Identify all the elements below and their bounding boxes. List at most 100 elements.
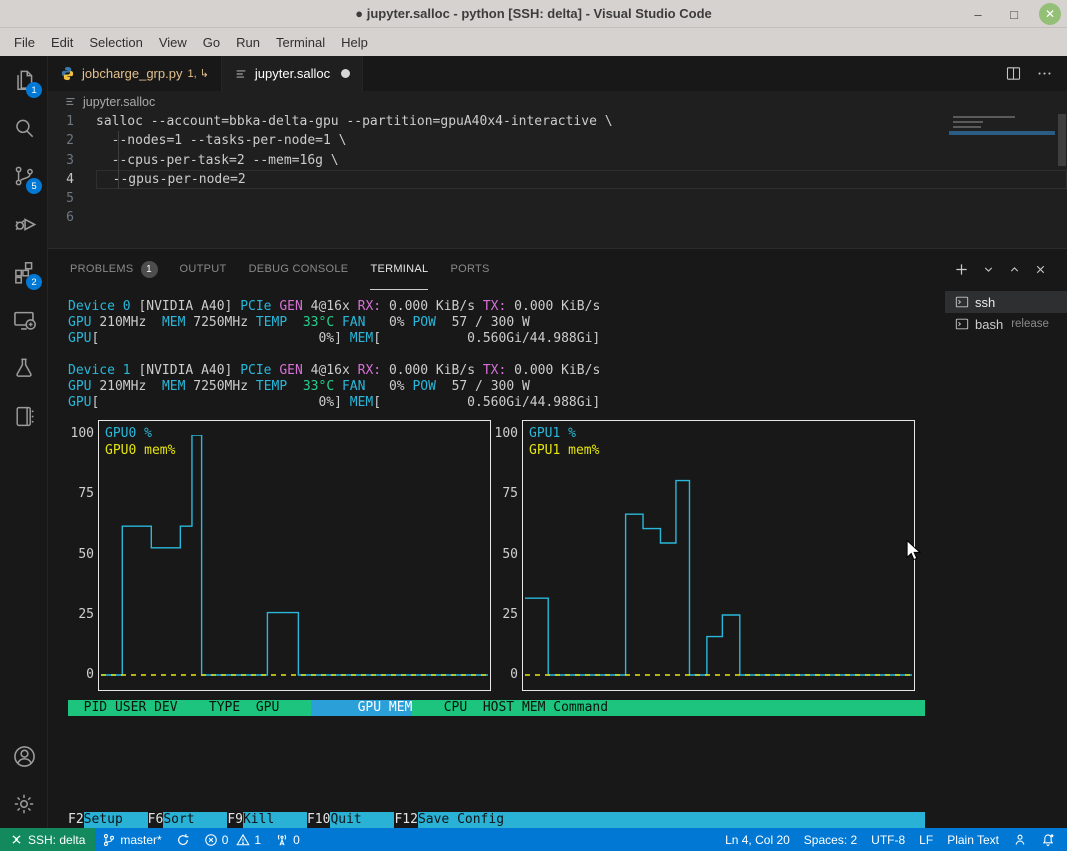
terminal-tabs-list: ssh bashrelease bbox=[945, 291, 1067, 828]
y-axis-tick: 75 bbox=[502, 486, 518, 502]
breadcrumb-item: jupyter.salloc bbox=[83, 95, 155, 109]
tab-jobcharge-grp-py[interactable]: jobcharge_grp.py 1, ↳ bbox=[48, 56, 222, 91]
header-left: PID USER DEV TYPE GPU bbox=[68, 700, 311, 716]
terminal-dropdown-icon[interactable] bbox=[982, 263, 995, 276]
terminal-viewport[interactable]: Device 0 [NVIDIA A40] PCIe GEN 4@16x RX:… bbox=[48, 291, 945, 828]
line-number: 2 bbox=[48, 131, 96, 150]
terminal-icon bbox=[955, 295, 969, 309]
fkey-action-kill: Kill bbox=[243, 812, 307, 828]
legend-entry: GPU1 mem% bbox=[529, 442, 599, 459]
new-terminal-icon[interactable] bbox=[954, 262, 969, 277]
menu-file[interactable]: File bbox=[6, 32, 43, 53]
y-axis-tick: 0 bbox=[510, 667, 518, 683]
header-right: CPU HOST MEM Command bbox=[412, 700, 608, 716]
source-control-icon[interactable]: 5 bbox=[0, 152, 48, 200]
menu-help[interactable]: Help bbox=[333, 32, 376, 53]
ports-count: 0 bbox=[293, 833, 300, 847]
problems-status[interactable]: 0 1 bbox=[197, 833, 268, 847]
account-icon[interactable] bbox=[0, 732, 48, 780]
close-button[interactable]: ✕ bbox=[1039, 3, 1061, 25]
line-number: 3 bbox=[48, 151, 96, 170]
problems-badge: 1 bbox=[141, 261, 158, 278]
notebook-icon[interactable] bbox=[0, 392, 48, 440]
maximize-panel-icon[interactable] bbox=[1008, 263, 1021, 276]
terminal-instance-bash[interactable]: bashrelease bbox=[945, 313, 1067, 335]
more-actions-icon[interactable] bbox=[1036, 65, 1053, 82]
panel-tab-debug-console[interactable]: DEBUG CONSOLE bbox=[249, 249, 349, 290]
cursor-position[interactable]: Ln 4, Col 20 bbox=[718, 833, 797, 847]
bottom-panel: PROBLEMS1 OUTPUT DEBUG CONSOLE TERMINAL PORT… bbox=[48, 248, 1067, 828]
editor-line-6[interactable]: 6 bbox=[48, 208, 1067, 227]
breadcrumb[interactable]: jupyter.salloc bbox=[48, 91, 1067, 112]
minimap[interactable] bbox=[953, 116, 1053, 160]
menu-edit[interactable]: Edit bbox=[43, 32, 81, 53]
search-icon[interactable] bbox=[0, 104, 48, 152]
menu-terminal[interactable]: Terminal bbox=[268, 32, 333, 53]
menu-go[interactable]: Go bbox=[195, 32, 228, 53]
editor-line-3[interactable]: 3 --cpus-per-task=2 --mem=16g \ bbox=[48, 151, 1067, 170]
editor-line-5[interactable]: 5 bbox=[48, 189, 1067, 208]
y-axis-tick: 75 bbox=[78, 486, 94, 502]
code-editor[interactable]: 1salloc --account=bbka-delta-gpu --parti… bbox=[48, 112, 1067, 248]
menu-selection[interactable]: Selection bbox=[81, 32, 150, 53]
panel-tab-problems[interactable]: PROBLEMS1 bbox=[70, 249, 158, 290]
warnings-count: 1 bbox=[254, 833, 261, 847]
feedback-icon[interactable] bbox=[1006, 833, 1034, 847]
remote-label: SSH: delta bbox=[28, 833, 85, 847]
menu-view[interactable]: View bbox=[151, 32, 195, 53]
tab-label: jupyter.salloc bbox=[255, 66, 330, 81]
remote-indicator[interactable]: SSH: delta bbox=[0, 828, 95, 851]
editor-line-4[interactable]: 4 --gpus-per-node=2 bbox=[48, 170, 1067, 189]
terminal-output-line: GPU 210MHz MEM 7250MHz TEMP 33°C FAN 0% … bbox=[68, 379, 945, 395]
ports-status[interactable]: 0 bbox=[268, 833, 307, 847]
header-sort-column: GPU MEM bbox=[311, 700, 413, 716]
y-axis-tick: 25 bbox=[78, 607, 94, 623]
language-mode[interactable]: Plain Text bbox=[940, 833, 1006, 847]
fkey-f2: F2 bbox=[68, 812, 84, 828]
explorer-icon[interactable]: 1 bbox=[0, 56, 48, 104]
panel-tab-label: TERMINAL bbox=[370, 263, 428, 275]
terminal-label: ssh bbox=[975, 295, 995, 310]
tab-problems-decoration: 1, ↳ bbox=[187, 67, 208, 80]
nvtop-function-key-bar: F2SetupF6SortF9KillF10QuitF12Save Config bbox=[68, 812, 925, 828]
errors-count: 0 bbox=[222, 833, 229, 847]
file-lines-icon bbox=[234, 67, 248, 81]
tab-jupyter-salloc[interactable]: jupyter.salloc bbox=[222, 56, 363, 91]
code-text bbox=[96, 189, 1067, 208]
extensions-icon[interactable]: 2 bbox=[0, 248, 48, 296]
process-table-header: PID USER DEV TYPE GPU GPU MEM CPU HOST M… bbox=[68, 700, 925, 716]
panel-tab-ports[interactable]: PORTS bbox=[450, 249, 489, 290]
code-text bbox=[96, 208, 1067, 227]
sync-status[interactable] bbox=[169, 833, 197, 847]
editor-line-1[interactable]: 1salloc --account=bbka-delta-gpu --parti… bbox=[48, 112, 1067, 131]
git-branch-status[interactable]: master* bbox=[95, 833, 168, 847]
terminal-label: bash bbox=[975, 317, 1003, 332]
unsaved-dot-icon[interactable] bbox=[341, 69, 350, 78]
panel-tab-label: OUTPUT bbox=[180, 263, 227, 275]
minimize-button[interactable]: – bbox=[967, 3, 989, 25]
notifications-bell[interactable] bbox=[1034, 833, 1067, 847]
menu-run[interactable]: Run bbox=[228, 32, 268, 53]
terminal-instance-ssh[interactable]: ssh bbox=[945, 291, 1067, 313]
maximize-button[interactable]: □ bbox=[1003, 3, 1025, 25]
testing-icon[interactable] bbox=[0, 344, 48, 392]
split-editor-icon[interactable] bbox=[1005, 65, 1022, 82]
terminal-output-line: GPU[ 0%] MEM[ 0.560Gi/44.988Gi] bbox=[68, 395, 945, 411]
editor-line-2[interactable]: 2 --nodes=1 --tasks-per-node=1 \ bbox=[48, 131, 1067, 150]
gpu-charts-row: 1007550250GPU0 %GPU0 mem%1007550250GPU1 … bbox=[68, 420, 945, 691]
indentation[interactable]: Spaces: 2 bbox=[797, 833, 864, 847]
editor-group: jobcharge_grp.py 1, ↳ jupyter.salloc jup… bbox=[48, 56, 1067, 828]
encoding[interactable]: UTF-8 bbox=[864, 833, 912, 847]
remote-explorer-icon[interactable] bbox=[0, 296, 48, 344]
activity-bar: 1 5 2 bbox=[0, 56, 48, 828]
panel-tab-terminal[interactable]: TERMINAL bbox=[370, 249, 428, 290]
indent-guide bbox=[118, 131, 119, 189]
editor-scrollbar[interactable] bbox=[1057, 112, 1067, 170]
panel-tab-output[interactable]: OUTPUT bbox=[180, 249, 227, 290]
eol-sequence[interactable]: LF bbox=[912, 833, 940, 847]
close-panel-icon[interactable] bbox=[1034, 263, 1047, 276]
explorer-badge: 1 bbox=[26, 82, 42, 98]
settings-gear-icon[interactable] bbox=[0, 780, 48, 828]
run-debug-icon[interactable] bbox=[0, 200, 48, 248]
panel-tab-bar: PROBLEMS1 OUTPUT DEBUG CONSOLE TERMINAL PORT… bbox=[48, 249, 1067, 290]
